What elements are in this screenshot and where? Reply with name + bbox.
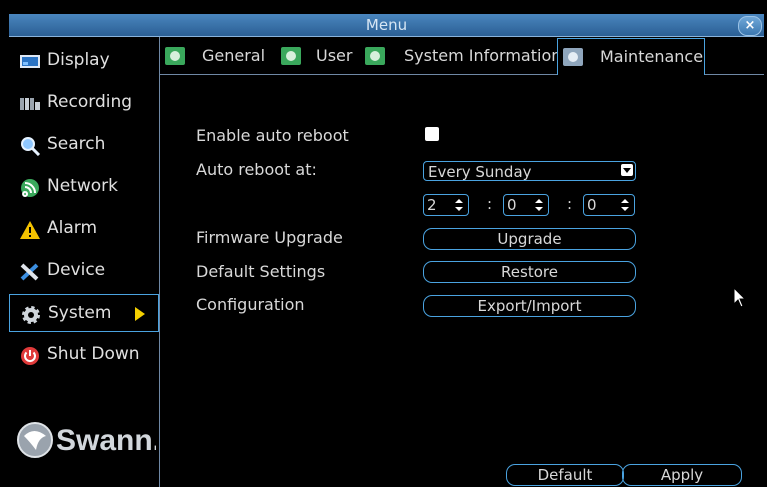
sidebar-item-shutdown[interactable]: Shut Down: [9, 336, 159, 374]
sidebar-item-system[interactable]: System: [9, 294, 159, 332]
tab-label: User: [316, 46, 353, 65]
tab-bar: General User System Information Maintena…: [160, 38, 764, 75]
tab-system-information[interactable]: System Information: [360, 38, 561, 72]
sidebar-item-alarm[interactable]: Alarm: [9, 210, 159, 248]
network-icon: [21, 179, 39, 197]
restore-button[interactable]: Restore: [423, 261, 636, 283]
default-button[interactable]: Default: [506, 464, 624, 486]
search-icon: [21, 137, 41, 156]
sidebar-item-device[interactable]: Device: [9, 252, 159, 290]
settings-tab-icon: [365, 47, 385, 65]
sidebar-item-label: Search: [47, 134, 106, 154]
device-icon: [20, 263, 39, 281]
stepper-arrows-icon[interactable]: [535, 198, 543, 212]
time-separator: :: [487, 195, 493, 213]
stepper-arrows-icon[interactable]: [455, 198, 463, 212]
tab-user[interactable]: User: [276, 38, 366, 72]
apply-button[interactable]: Apply: [622, 464, 742, 486]
window-title: Menu: [365, 16, 408, 34]
export-import-button[interactable]: Export/Import: [423, 295, 636, 317]
close-button[interactable]: ×: [738, 16, 762, 36]
tab-label: System Information: [404, 46, 562, 65]
configuration-label: Configuration: [196, 295, 305, 314]
sidebar-item-label: Alarm: [47, 218, 98, 238]
sidebar-item-search[interactable]: Search: [9, 126, 159, 164]
sidebar-item-label: Recording: [47, 92, 133, 112]
sidebar-item-label: System: [48, 303, 112, 323]
sidebar-item-label: Display: [47, 50, 110, 70]
settings-tab-icon: [281, 47, 301, 65]
selected-arrow-icon: [135, 307, 145, 321]
alarm-icon: [20, 221, 40, 239]
firmware-upgrade-label: Firmware Upgrade: [196, 228, 343, 247]
second-stepper[interactable]: 0: [583, 194, 635, 216]
minute-stepper[interactable]: 0: [503, 194, 549, 216]
gear-icon: [22, 306, 40, 324]
reboot-schedule-value: Every Sunday: [428, 163, 532, 181]
tab-maintenance[interactable]: Maintenance: [557, 38, 705, 75]
tab-general[interactable]: General: [160, 38, 272, 72]
enable-auto-reboot-checkbox[interactable]: [425, 127, 439, 141]
enable-auto-reboot-label: Enable auto reboot: [196, 126, 349, 145]
sidebar-item-label: Network: [47, 176, 118, 196]
sidebar-item-label: Device: [47, 260, 106, 280]
chevron-down-icon[interactable]: [621, 164, 633, 176]
tab-label: Maintenance: [600, 47, 704, 66]
hour-value: 2: [427, 196, 437, 214]
swann-logo: Swann.: [16, 418, 161, 462]
sidebar-item-label: Shut Down: [47, 344, 140, 364]
stepper-arrows-icon[interactable]: [621, 198, 629, 212]
sidebar-item-display[interactable]: Display: [9, 42, 159, 80]
settings-tab-icon: [165, 47, 185, 65]
time-separator: :: [567, 195, 573, 213]
recording-icon: [20, 98, 40, 110]
tab-label: General: [202, 46, 266, 65]
hour-stepper[interactable]: 2: [423, 194, 469, 216]
minute-value: 0: [507, 196, 517, 214]
swann-logo-text: Swann.: [56, 424, 156, 457]
reboot-schedule-dropdown[interactable]: Every Sunday: [423, 161, 636, 181]
mouse-cursor-icon: [733, 287, 747, 308]
auto-reboot-at-label: Auto reboot at:: [196, 160, 317, 179]
second-value: 0: [587, 196, 597, 214]
display-icon: [20, 55, 40, 68]
sidebar-item-network[interactable]: Network: [9, 168, 159, 206]
power-icon: [21, 347, 39, 365]
sidebar-item-recording[interactable]: Recording: [9, 84, 159, 122]
default-settings-label: Default Settings: [196, 262, 326, 281]
upgrade-button[interactable]: Upgrade: [423, 228, 636, 250]
settings-tab-icon: [563, 48, 583, 66]
title-bar: Menu ×: [9, 14, 764, 37]
